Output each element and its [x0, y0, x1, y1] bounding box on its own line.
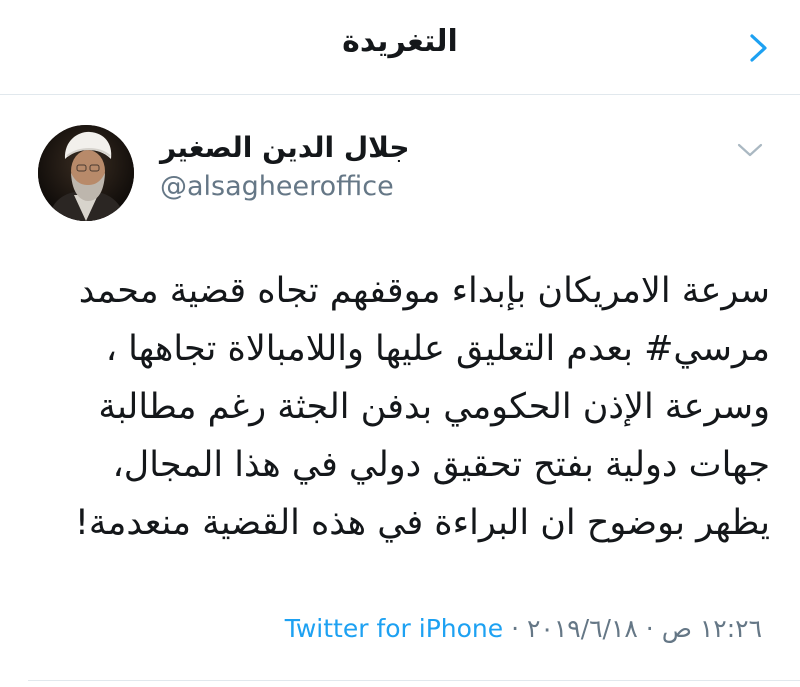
tweet-line: سرعة الامريكان بإبداء موقفهم تجاه قضية م…: [78, 271, 770, 311]
navigation-bar: التغريدة: [0, 0, 800, 95]
author-handle[interactable]: @alsagheeroffice: [160, 171, 394, 202]
divider: [28, 680, 800, 681]
chevron-right-icon: [750, 34, 767, 62]
back-button[interactable]: [742, 33, 772, 63]
meta-separator: ·: [637, 614, 662, 643]
tweet-text: سرعة الامريكان بإبداء موقفهم تجاه قضية م…: [30, 262, 770, 552]
tweet-line: يظهر بوضوح ان البراءة في هذه القضية منعد…: [74, 503, 770, 543]
tweet-line: مرسي# بعدم التعليق عليها واللامبالاة تجا…: [105, 329, 770, 369]
tweet-menu-button[interactable]: [735, 140, 765, 160]
tweet-line: وسرعة الإذن الحكومي بدفن الجثة رغم مطالب…: [98, 387, 770, 427]
author-display-name[interactable]: جلال الدين الصغير: [160, 131, 410, 164]
source-link[interactable]: Twitter for iPhone: [285, 614, 503, 643]
tweet-metadata: Twitter for iPhone · ٢٠١٩/٦/١٨ · ١٢:٢٦ ص: [0, 614, 762, 658]
tweet-time: ١٢:٢٦ ص: [661, 614, 762, 643]
avatar[interactable]: [38, 125, 134, 221]
chevron-down-icon: [737, 143, 763, 157]
page-title: التغريدة: [342, 24, 458, 59]
avatar-image: [38, 125, 134, 221]
tweet-line: جهات دولية بفتح تحقيق دولي في هذا المجال…: [112, 445, 770, 485]
tweet-date: ٢٠١٩/٦/١٨: [527, 614, 638, 643]
meta-separator: ·: [503, 614, 527, 643]
tweet-header: جلال الدين الصغير @alsagheeroffice: [0, 95, 800, 235]
